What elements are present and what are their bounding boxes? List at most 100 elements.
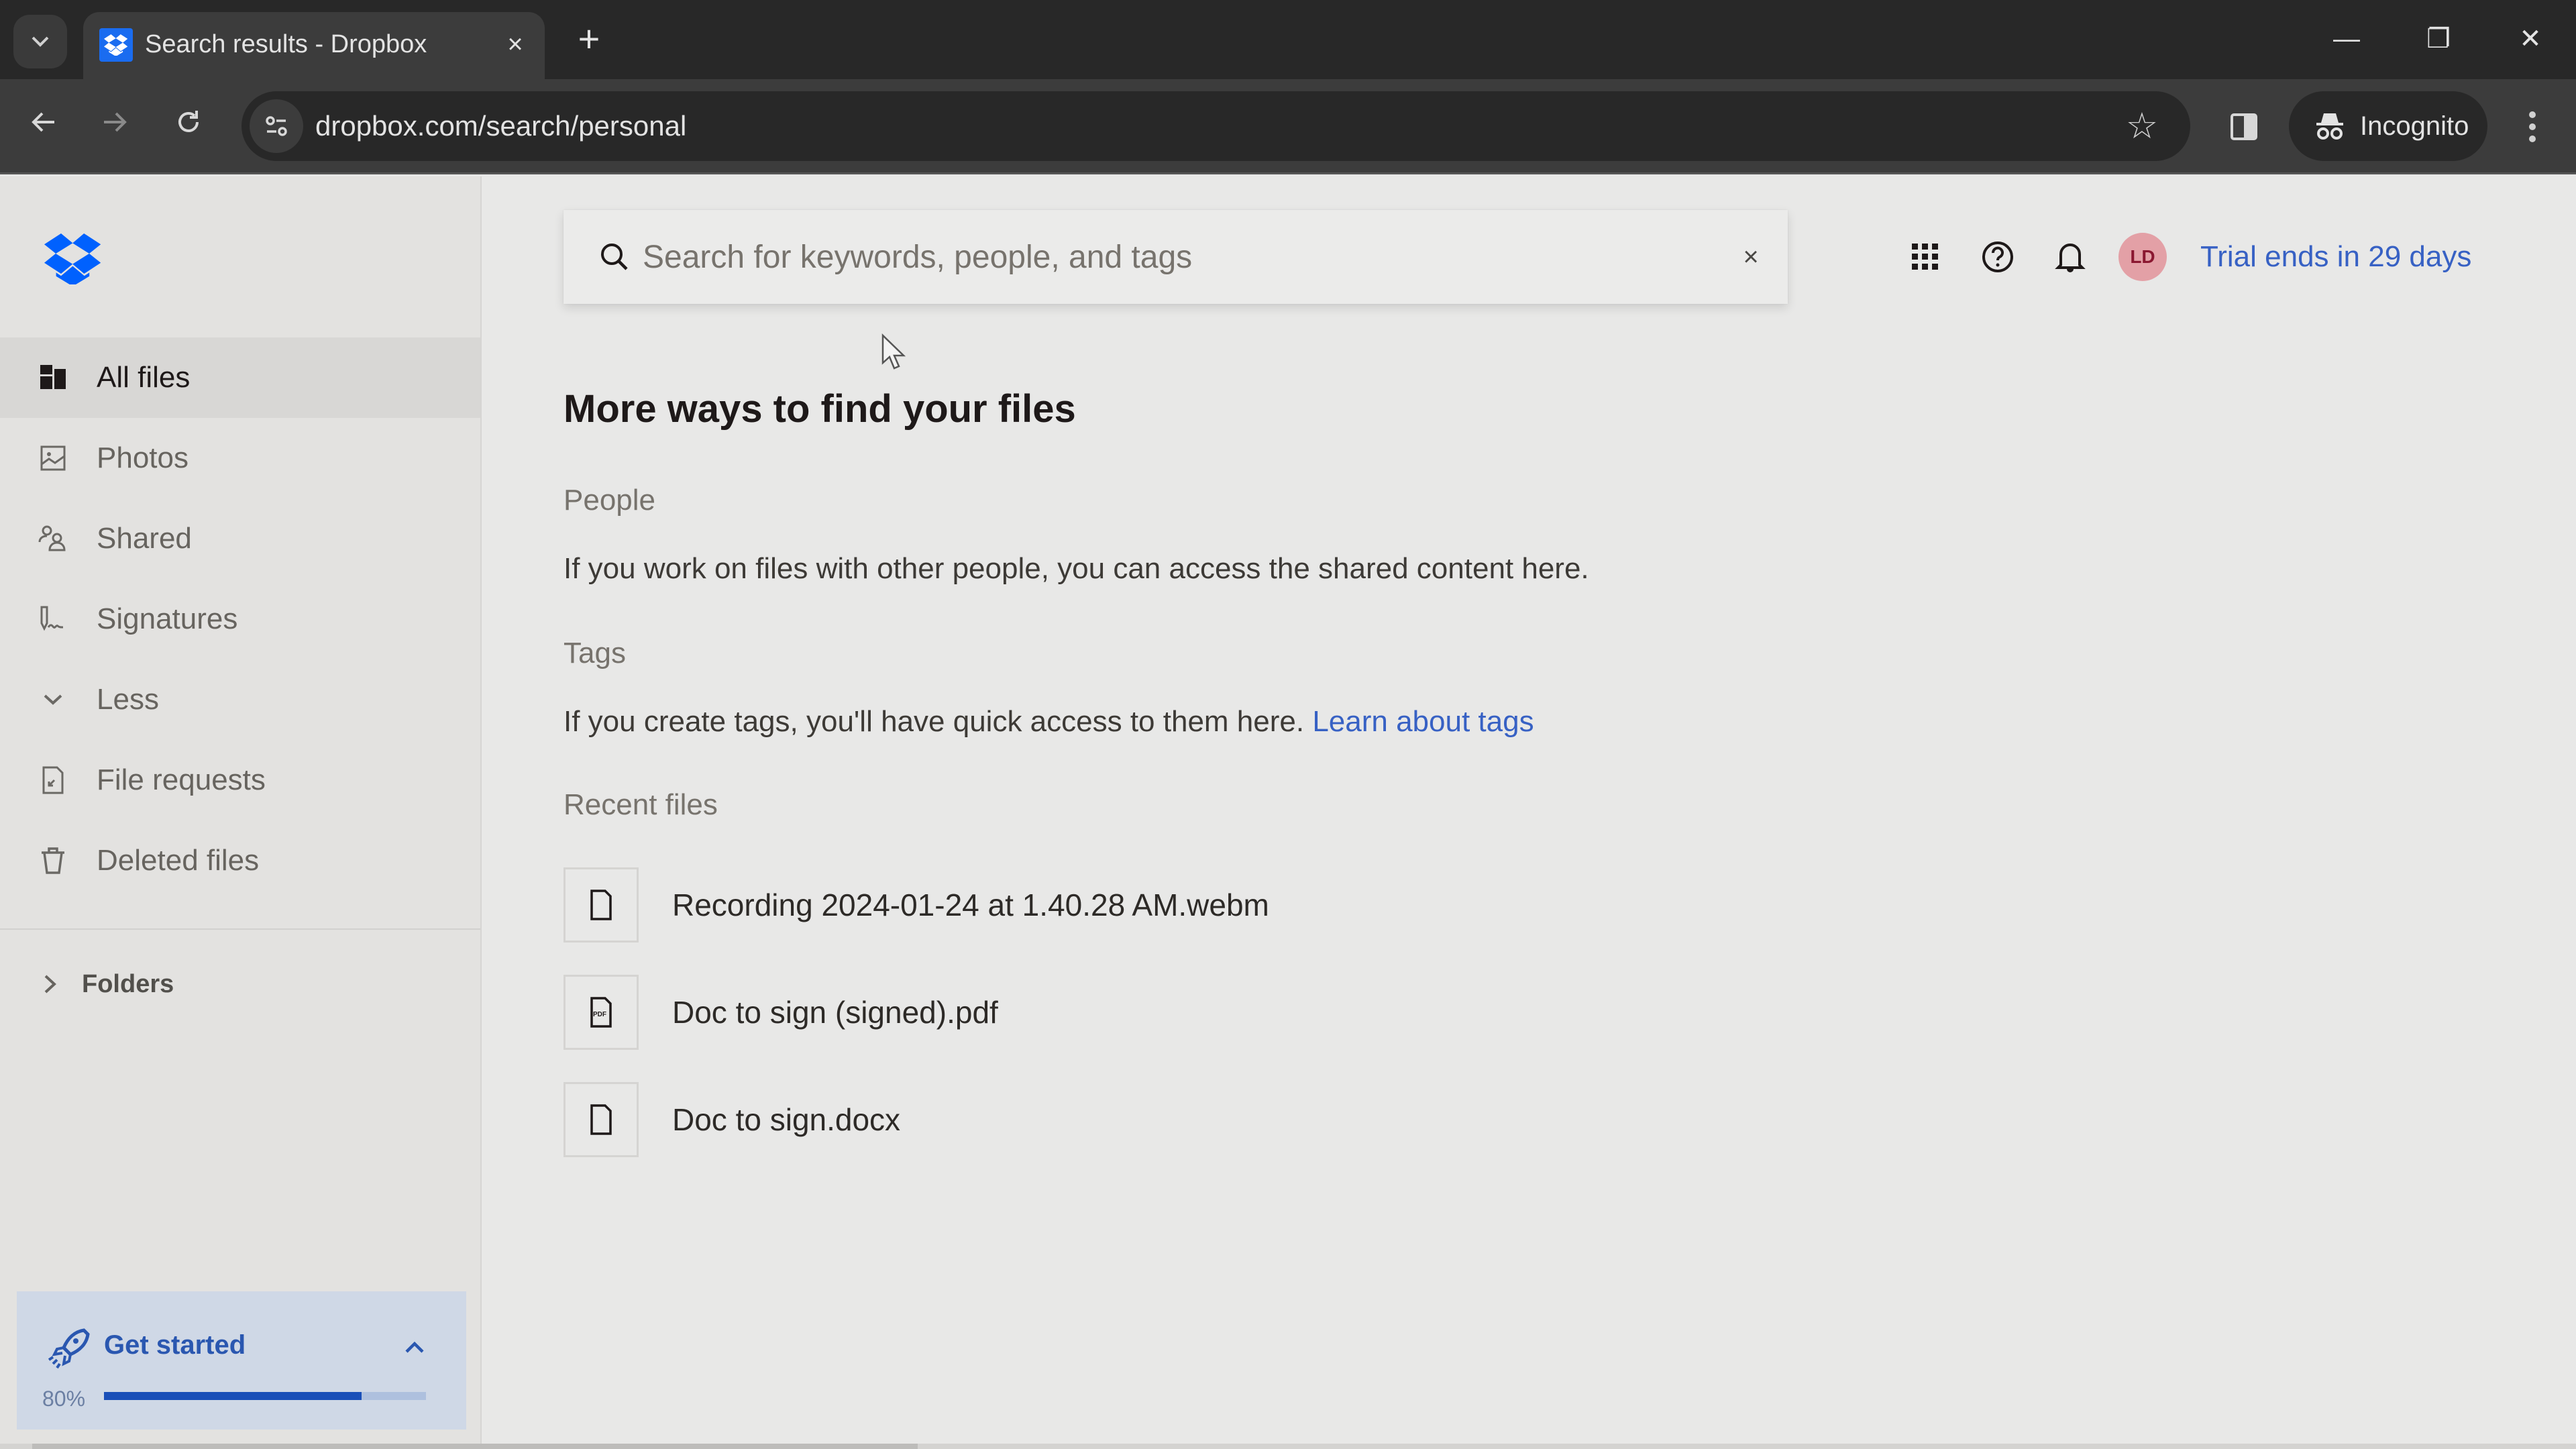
sidebar-item-label: Shared	[97, 522, 192, 555]
sidebar-item-label: Less	[97, 683, 159, 716]
header-actions: LD Trial ends in 29 days	[1898, 230, 2471, 284]
file-thumbnail	[564, 1082, 639, 1157]
reload-button[interactable]	[165, 103, 212, 150]
recent-files-label: Recent files	[564, 788, 718, 821]
file-name: Recording 2024-01-24 at 1.40.28 AM.webm	[672, 888, 1269, 922]
search-input[interactable]	[643, 230, 1649, 284]
site-info-button[interactable]	[250, 99, 303, 153]
forward-button[interactable]	[91, 103, 138, 150]
address-bar[interactable]: dropbox.com/search/personal ☆	[241, 91, 2190, 161]
main-content: × LD Trial ends in 29 days More ways to …	[483, 176, 2576, 1449]
clear-search-icon[interactable]: ×	[1731, 237, 1771, 277]
progress-bar-fill	[104, 1392, 362, 1400]
progress-percent: 80%	[42, 1387, 86, 1411]
file-icon	[590, 890, 612, 920]
sidebar-item-all-files[interactable]: All files	[0, 337, 480, 418]
chevron-down-icon	[36, 683, 70, 716]
incognito-icon	[2316, 113, 2343, 140]
trial-status-link[interactable]: Trial ends in 29 days	[2200, 240, 2471, 274]
dropbox-logo-icon[interactable]	[44, 233, 102, 286]
arrow-right-icon	[104, 112, 127, 132]
incognito-label: Incognito	[2360, 111, 2469, 141]
file-name: Doc to sign.docx	[672, 1102, 901, 1137]
page-heading: More ways to find your files	[564, 387, 1076, 431]
browser-menu-button[interactable]	[2509, 103, 2556, 150]
search-bar[interactable]: ×	[564, 210, 1788, 304]
chevron-down-icon	[32, 36, 49, 47]
reload-icon	[178, 111, 199, 132]
folders-toggle[interactable]: Folders	[0, 957, 480, 1011]
pdf-file-icon: PDF	[590, 997, 612, 1028]
chevron-right-icon	[44, 975, 56, 994]
menu-dot	[2529, 123, 2536, 130]
side-panel-icon	[2231, 113, 2257, 140]
shared-icon	[36, 522, 70, 555]
sidebar-divider	[0, 928, 480, 930]
menu-dot	[2529, 136, 2536, 142]
browser-tab-bar: Search results - Dropbox × + — ❐ ✕	[0, 0, 2576, 79]
new-tab-button[interactable]: +	[570, 20, 608, 58]
people-section-label: People	[564, 484, 656, 517]
sidebar-item-label: All files	[97, 361, 191, 394]
tags-section-label: Tags	[564, 637, 626, 669]
trash-icon	[36, 844, 70, 877]
restore-button[interactable]: ❐	[2412, 19, 2465, 59]
collapse-get-started-button[interactable]	[396, 1329, 433, 1366]
minimize-button[interactable]: —	[2320, 19, 2373, 59]
sidebar-item-label: Photos	[97, 441, 189, 474]
file-thumbnail: PDF	[564, 975, 639, 1050]
sidebar-item-photos[interactable]: Photos	[0, 418, 480, 498]
horizontal-scrollbar[interactable]	[0, 1444, 2576, 1449]
get-started-title: Get started	[104, 1330, 246, 1360]
tab-search-button[interactable]	[13, 15, 67, 68]
file-request-icon	[36, 763, 70, 797]
get-started-panel[interactable]: Get started 80%	[17, 1291, 466, 1430]
file-thumbnail	[564, 867, 639, 943]
folders-label: Folders	[82, 969, 174, 998]
avatar[interactable]: LD	[2118, 233, 2167, 281]
tab-title: Search results - Dropbox	[145, 30, 427, 58]
recent-file-row[interactable]: Doc to sign.docx	[564, 1082, 900, 1157]
search-icon	[601, 244, 628, 270]
sidebar-item-label: File requests	[97, 763, 266, 796]
svg-text:PDF: PDF	[593, 1011, 606, 1018]
help-icon	[1982, 241, 2013, 272]
notifications-button[interactable]	[2043, 230, 2097, 284]
grid-icon	[1912, 244, 1938, 270]
recent-file-row[interactable]: Recording 2024-01-24 at 1.40.28 AM.webm	[564, 867, 1269, 943]
menu-dot	[2529, 111, 2536, 118]
browser-tab[interactable]: Search results - Dropbox ×	[83, 12, 545, 79]
sidebar-item-label: Deleted files	[97, 844, 260, 877]
scrollbar-thumb[interactable]	[32, 1444, 918, 1449]
app-launcher-button[interactable]	[1898, 230, 1952, 284]
signature-icon	[36, 602, 70, 636]
tab-close-icon[interactable]: ×	[498, 27, 533, 62]
file-icon	[590, 1104, 612, 1135]
bookmark-star-icon[interactable]: ☆	[2118, 102, 2166, 150]
recent-file-row[interactable]: PDF Doc to sign (signed).pdf	[564, 975, 998, 1050]
back-button[interactable]	[20, 103, 67, 150]
learn-about-tags-link[interactable]: Learn about tags	[1312, 705, 1534, 738]
sidebar-item-signatures[interactable]: Signatures	[0, 579, 480, 659]
tags-description-text: If you create tags, you'll have quick ac…	[564, 705, 1305, 738]
tags-description: If you create tags, you'll have quick ac…	[564, 705, 1534, 739]
arrow-left-icon	[32, 112, 54, 132]
sidebar-item-file-requests[interactable]: File requests	[0, 740, 480, 820]
all-files-icon	[36, 361, 70, 394]
progress-bar	[104, 1392, 426, 1400]
help-button[interactable]	[1971, 230, 2025, 284]
people-description: If you work on files with other people, …	[564, 552, 1589, 585]
side-panel-button[interactable]	[2220, 103, 2267, 150]
url-text[interactable]: dropbox.com/search/personal	[315, 91, 686, 161]
sidebar-toggle-less[interactable]: Less	[0, 659, 480, 740]
incognito-badge[interactable]: Incognito	[2289, 91, 2487, 161]
close-window-button[interactable]: ✕	[2504, 19, 2557, 59]
sidebar-item-shared[interactable]: Shared	[0, 498, 480, 579]
sidebar-item-deleted-files[interactable]: Deleted files	[0, 820, 480, 901]
rocket-icon	[48, 1328, 90, 1369]
photos-icon	[36, 441, 70, 475]
sidebar: All files Photos Shared Signatures Less …	[0, 176, 482, 1449]
sidebar-item-label: Signatures	[97, 602, 238, 635]
file-name: Doc to sign (signed).pdf	[672, 995, 998, 1030]
mouse-cursor-icon	[881, 333, 906, 370]
